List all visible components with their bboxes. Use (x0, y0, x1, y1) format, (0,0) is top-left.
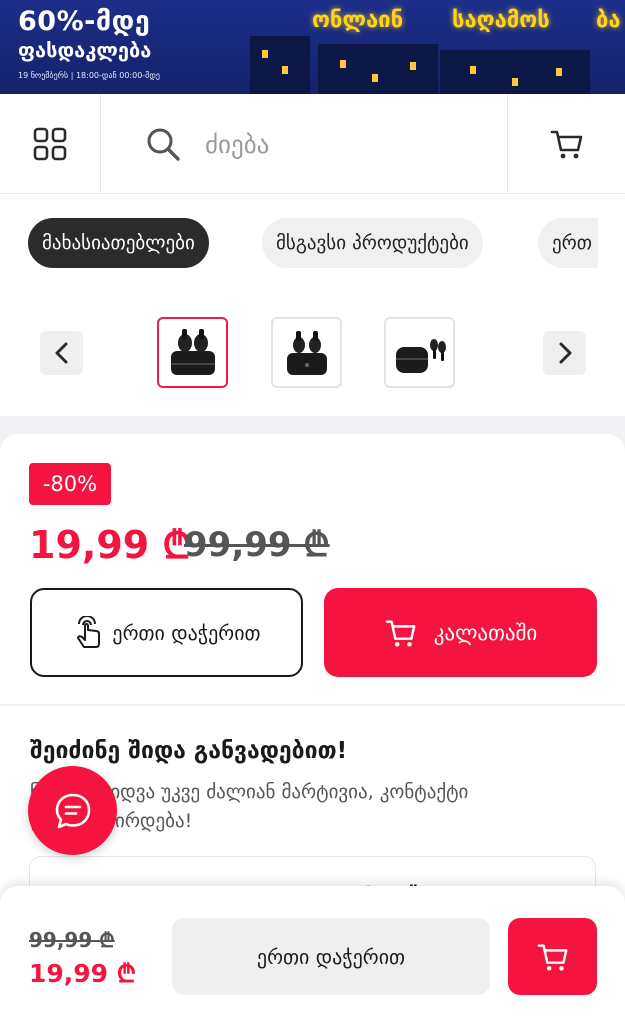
gallery-next-button[interactable] (543, 331, 586, 375)
gallery-thumbnail[interactable] (271, 317, 342, 388)
bottom-buy-one-click-button[interactable]: ერთი დაჭერით (172, 918, 490, 995)
add-to-cart-button[interactable]: კალათაში (324, 588, 597, 677)
tap-finger-icon (77, 615, 101, 648)
current-price: 19,99 ₾ (29, 523, 192, 567)
chevron-right-icon (559, 342, 571, 364)
product-page: 60%-მდე ფასდაკლება 19 ნოემბერს | 18:00-დ… (0, 0, 625, 1024)
earbuds-image (395, 338, 446, 373)
bottom-buy-one-click-label: ერთი დაჭერით (256, 944, 406, 969)
banner-building (440, 50, 590, 94)
chevron-left-icon (55, 342, 67, 364)
banner-window (340, 60, 346, 68)
buy-one-click-label: ერთი დაჭერით (112, 620, 261, 645)
banner-window (282, 66, 288, 74)
chat-button[interactable] (28, 766, 117, 855)
banner-window (512, 78, 518, 86)
bottom-old-price: 99,99 ₾ (29, 928, 115, 952)
tab-characteristics[interactable]: მახასიათებლები (28, 218, 209, 268)
tab-similar-products[interactable]: მსგავსი პროდუქტები (262, 218, 483, 268)
gallery-thumbnail[interactable] (384, 317, 455, 388)
image-gallery (0, 292, 625, 416)
banner-date: 19 ნოემბერს | 18:00-დან 00:00-მდე (18, 71, 160, 80)
header-cart-button[interactable] (507, 94, 625, 194)
gallery-thumbnail[interactable] (157, 317, 228, 388)
banner-window (556, 68, 562, 76)
old-price: 99,99 ₾ (184, 525, 330, 565)
banner-building (250, 36, 310, 94)
search-input[interactable]: ძიება (205, 130, 269, 159)
banner-subline: ფასდაკლება (18, 38, 152, 62)
buy-one-click-button[interactable]: ერთი დაჭერით (30, 588, 303, 677)
promo-banner[interactable]: 60%-მდე ფასდაკლება 19 ნოემბერს | 18:00-დ… (0, 0, 625, 94)
cart-icon (550, 130, 582, 159)
cart-icon (537, 943, 567, 971)
product-tabs: მახასიათებლები მსგავსი პროდუქტები ერთ (0, 194, 625, 292)
earbuds-image (170, 328, 215, 375)
bottom-current-price: 19,99 ₾ (29, 959, 137, 988)
bottom-add-to-cart-button[interactable] (508, 918, 597, 995)
product-price-card: -80% 19,99 ₾ 99,99 ₾ ერთი დაჭერით კალათა… (0, 434, 625, 704)
banner-neon-text: ბა (596, 8, 621, 33)
earbuds-image (286, 330, 327, 375)
banner-neon-text: ონლაინ (312, 8, 404, 33)
banner-neon-text: საღამოს (452, 8, 550, 33)
banner-headline: 60%-მდე (18, 6, 151, 37)
sticky-purchase-bar: 99,99 ₾ 19,99 ₾ ერთი დაჭერით (0, 886, 625, 1024)
site-header: ძიება (0, 94, 625, 194)
grid-menu-icon (33, 127, 67, 161)
gallery-prev-button[interactable] (40, 331, 83, 375)
tab-together[interactable]: ერთ (538, 218, 598, 268)
discount-badge: -80% (29, 463, 111, 505)
search-icon (147, 128, 180, 161)
chat-bubble-icon (55, 793, 90, 828)
add-to-cart-label: კალათაში (433, 620, 538, 645)
banner-building (318, 44, 438, 94)
menu-button[interactable] (0, 94, 101, 194)
installment-title: შეიძინე შიდა განვადებით! (30, 738, 348, 764)
search-bar[interactable]: ძიება (101, 94, 507, 194)
cart-icon (385, 619, 416, 647)
banner-window (470, 66, 476, 74)
banner-window (410, 62, 416, 70)
banner-window (262, 50, 268, 58)
banner-window (372, 74, 378, 82)
